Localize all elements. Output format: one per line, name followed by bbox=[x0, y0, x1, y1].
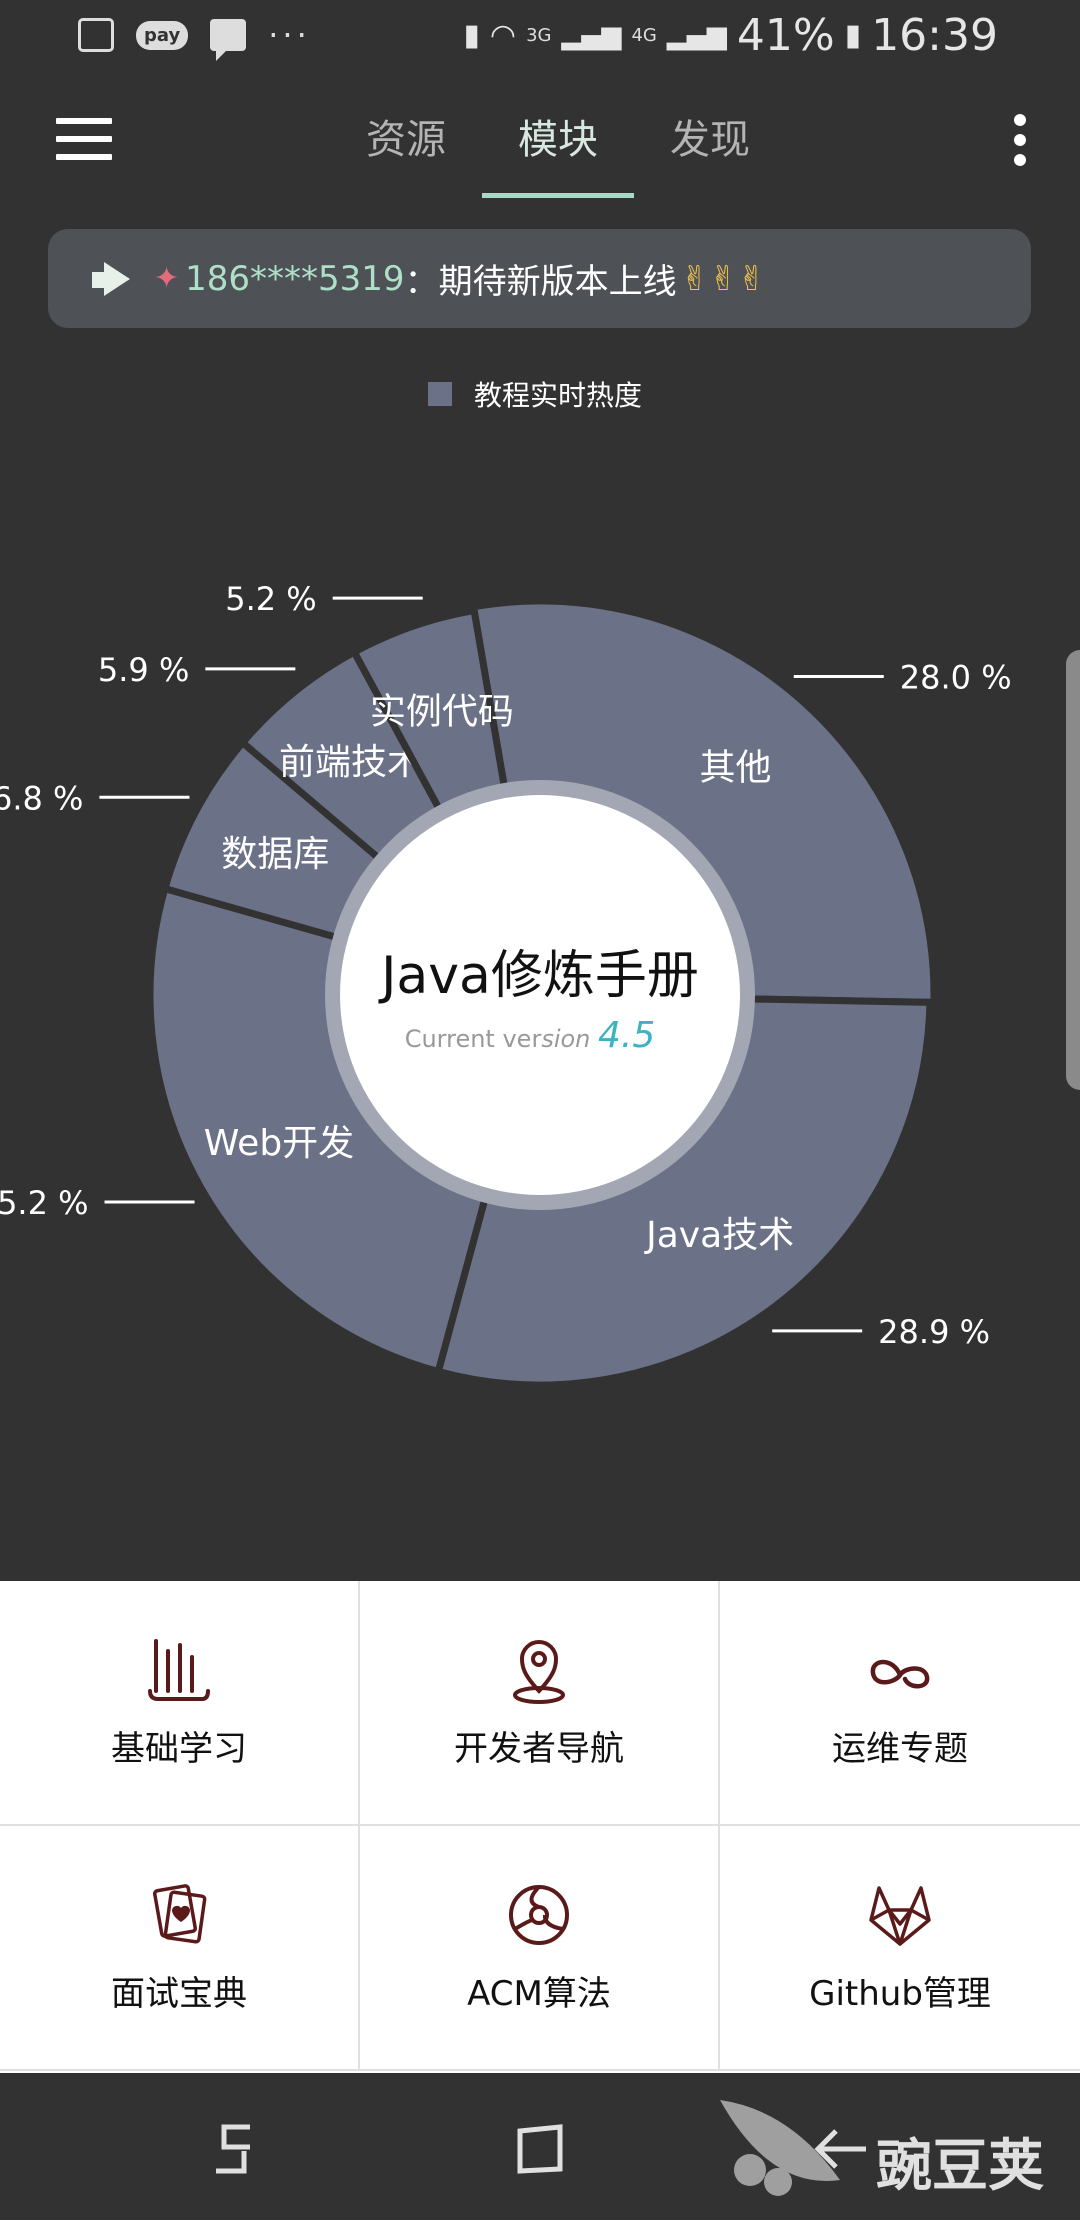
module-grid: 基础学习 开发者导航 运维专题 面试宝典 ACM算法 Github管理 bbox=[0, 1581, 1080, 2073]
wifi-icon: ◠ bbox=[489, 18, 517, 53]
more-notifications-icon: ··· bbox=[268, 16, 311, 54]
signal-icon-2: ▂▄▆ bbox=[666, 20, 727, 51]
battery-percent: 41% bbox=[736, 10, 835, 61]
legend-swatch bbox=[428, 382, 452, 406]
system-nav-bar: 豌豆荚 bbox=[0, 2073, 1080, 2220]
module-basic-learning[interactable]: 基础学习 bbox=[0, 1581, 360, 1826]
module-label: ACM算法 bbox=[467, 1974, 611, 2014]
gallery-icon bbox=[78, 18, 114, 52]
pea-pod-logo-icon bbox=[720, 2100, 840, 2196]
edge-panel-handle[interactable] bbox=[1066, 650, 1080, 1090]
battery-saver-icon: ▮ bbox=[463, 18, 480, 53]
message-icon bbox=[210, 19, 247, 61]
module-label: Github管理 bbox=[809, 1974, 991, 2014]
slice-label: 数据库 bbox=[221, 834, 329, 875]
slice-label: Java技术 bbox=[644, 1215, 794, 1256]
battery-icon: ▮ bbox=[844, 18, 862, 53]
location-pin-icon bbox=[513, 1640, 565, 1704]
clock: 16:39 bbox=[871, 10, 998, 61]
megaphone-icon bbox=[92, 261, 132, 296]
slice-percent: 28.9 % bbox=[878, 1313, 990, 1351]
notice-message: ：期待新版本上线 bbox=[404, 262, 677, 302]
spiral-icon bbox=[509, 1885, 569, 1945]
playing-cards-icon bbox=[152, 1884, 207, 1944]
center-title: Java修炼手册 bbox=[378, 946, 699, 1006]
signal-icon: ▂▄▆ bbox=[561, 20, 622, 51]
module-label: 运维专题 bbox=[832, 1729, 968, 1769]
donut-chart[interactable]: 其他 28.0 % Java技术 28.9 % Web开发 25.2 % 数据库 6.8 % 前… bbox=[0, 560, 1080, 1420]
module-label: 基础学习 bbox=[111, 1729, 247, 1769]
module-github[interactable]: Github管理 bbox=[720, 1826, 1080, 2071]
tab-modules[interactable]: 模块 bbox=[482, 90, 634, 198]
toolbar: 资源 模块 发现 bbox=[0, 90, 1080, 200]
slice-label: 前端技术 bbox=[279, 742, 423, 783]
overflow-menu-icon[interactable] bbox=[1014, 114, 1030, 174]
slice-percent: 5.9 % bbox=[98, 651, 189, 689]
legend-label: 教程实时热度 bbox=[474, 379, 643, 412]
slice-percent: 5.2 % bbox=[225, 580, 316, 618]
home-icon[interactable] bbox=[512, 2121, 568, 2177]
tab-discover[interactable]: 发现 bbox=[634, 90, 786, 198]
watermark: 豌豆荚 bbox=[876, 2134, 1044, 2199]
module-acm[interactable]: ACM算法 bbox=[360, 1826, 720, 2071]
recent-apps-icon[interactable] bbox=[210, 2121, 262, 2177]
network-3g-label: 3G bbox=[526, 25, 552, 46]
network-4g-label: 4G bbox=[631, 25, 657, 46]
sparkle-icon: ✦ bbox=[154, 261, 180, 296]
slice-label: 其他 bbox=[700, 747, 772, 788]
gitlab-fox-icon bbox=[869, 1886, 931, 1946]
module-label: 面试宝典 bbox=[111, 1974, 247, 2014]
module-label: 开发者导航 bbox=[454, 1729, 624, 1769]
slice-percent: 25.2 % bbox=[0, 1184, 89, 1222]
notice-user: 186****5319 bbox=[185, 258, 405, 299]
slice-percent: 28.0 % bbox=[900, 658, 1012, 696]
announcement-banner[interactable]: ✦ 186****5319 ：期待新版本上线 ✌✌✌ bbox=[48, 229, 1031, 328]
module-interview[interactable]: 面试宝典 bbox=[0, 1826, 360, 2071]
bar-chart-icon bbox=[148, 1639, 210, 1701]
slice-label: Web开发 bbox=[204, 1123, 355, 1164]
tab-bar: 资源 模块 发现 bbox=[330, 90, 786, 198]
module-devops[interactable]: 运维专题 bbox=[720, 1581, 1080, 1826]
status-bar: pay ··· ▮ ◠ 3G ▂▄▆ 4G ▂▄▆ 41% ▮ 16:39 bbox=[0, 0, 1080, 72]
victory-hand-icons: ✌✌✌ bbox=[680, 258, 767, 299]
pay-icon: pay bbox=[136, 20, 189, 50]
chart-legend: 教程实时热度 bbox=[428, 374, 642, 414]
hamburger-menu-icon[interactable] bbox=[56, 118, 112, 162]
module-dev-navigation[interactable]: 开发者导航 bbox=[360, 1581, 720, 1826]
infinity-icon bbox=[870, 1659, 930, 1689]
slice-percent: 6.8 % bbox=[0, 779, 83, 817]
tab-resources[interactable]: 资源 bbox=[330, 90, 482, 198]
slice-label: 实例代码 bbox=[370, 691, 514, 732]
